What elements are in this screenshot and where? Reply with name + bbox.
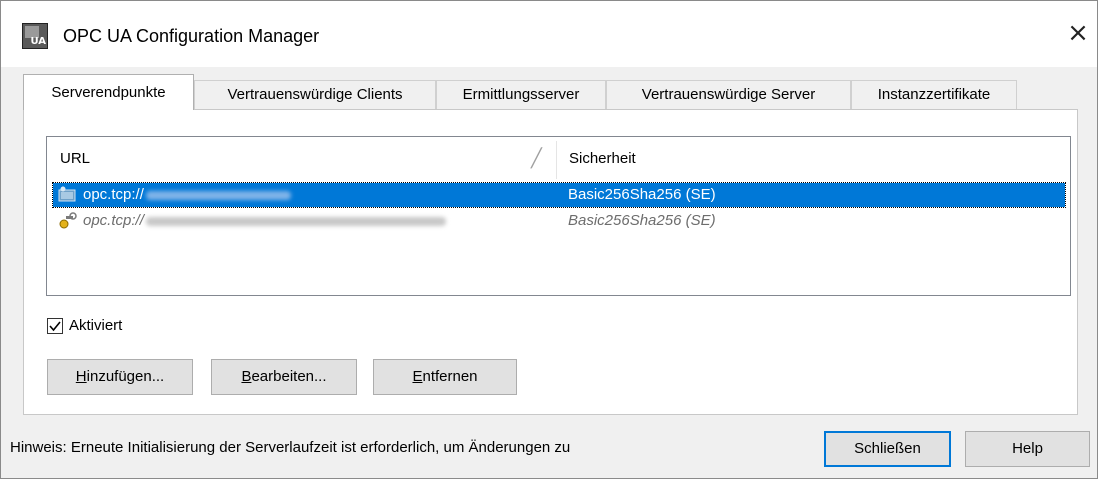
endpoint-disabled-icon: [59, 212, 77, 229]
remove-label: ntfernen: [422, 368, 478, 385]
obscured-address: [145, 190, 291, 200]
app-icon-text: UA: [30, 36, 46, 47]
title-bar[interactable]: UA OPC UA Configuration Manager ×: [1, 1, 1097, 67]
column-header-url[interactable]: URL: [60, 137, 90, 181]
sort-indicator-icon: ╱: [531, 148, 542, 169]
configuration-manager-window: UA OPC UA Configuration Manager × Server…: [0, 0, 1098, 479]
endpoint-security: Basic256Sha256 (SE): [568, 212, 716, 229]
edit-label: earbeiten...: [251, 368, 327, 385]
endpoint-security: Basic256Sha256 (SE): [568, 186, 716, 203]
add-label: inzufügen...: [86, 368, 165, 385]
endpoint-url: opc.tcp://: [83, 209, 446, 233]
add-accelerator: H: [75, 368, 87, 385]
tab-discovery-servers[interactable]: Ermittlungsserver: [436, 80, 606, 109]
column-header-security[interactable]: Sicherheit: [569, 137, 636, 181]
enabled-checkbox-label[interactable]: Aktiviert: [69, 315, 122, 337]
list-item[interactable]: opc.tcp:// Basic256Sha256 (SE): [52, 182, 1066, 208]
close-icon[interactable]: ×: [1064, 17, 1092, 49]
edit-accelerator: B: [241, 368, 252, 385]
endpoint-list[interactable]: URL ╱ Sicherheit opc.tcp:// Basic256Sha2…: [46, 136, 1071, 296]
obscured-address: [145, 216, 446, 226]
enabled-checkbox[interactable]: [47, 318, 63, 334]
remove-button[interactable]: Entfernen: [373, 359, 517, 395]
tab-instance-certificates[interactable]: Instanzzertifikate: [851, 80, 1017, 109]
list-header: URL ╱ Sicherheit: [47, 137, 1070, 181]
endpoint-url: opc.tcp://: [83, 183, 291, 207]
help-button[interactable]: Help: [965, 431, 1090, 467]
opc-ua-app-icon: UA: [22, 23, 48, 49]
checkmark-icon: [49, 321, 61, 332]
remove-accelerator: E: [412, 368, 423, 385]
column-divider[interactable]: [556, 141, 557, 179]
edit-button[interactable]: Bearbeiten...: [211, 359, 357, 395]
window-title: OPC UA Configuration Manager: [63, 26, 320, 46]
close-button[interactable]: Schließen: [824, 431, 951, 467]
add-button[interactable]: Hinzufügen...: [47, 359, 193, 395]
tab-trusted-clients[interactable]: Vertrauenswürdige Clients: [194, 80, 436, 109]
endpoint-enabled-icon: [58, 186, 76, 202]
list-item[interactable]: opc.tcp:// Basic256Sha256 (SE): [53, 209, 1065, 233]
restart-hint: Hinweis: Erneute Initialisierung der Ser…: [10, 439, 571, 456]
tab-trusted-servers[interactable]: Vertrauenswürdige Server: [606, 80, 851, 109]
tab-serverendpunkte[interactable]: Serverendpunkte: [23, 74, 194, 110]
